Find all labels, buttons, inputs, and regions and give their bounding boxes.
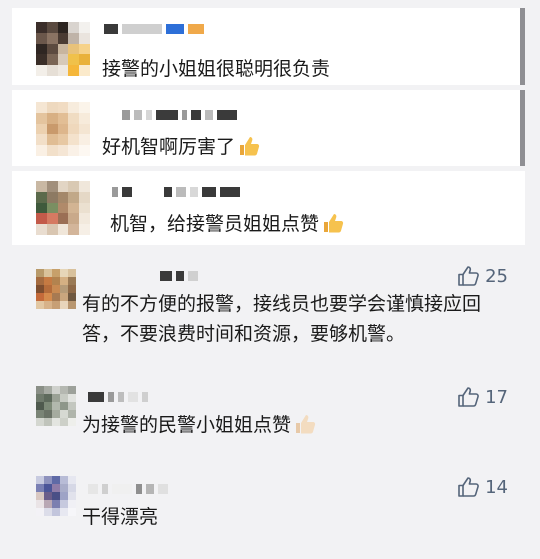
scrollbar[interactable] (520, 8, 525, 85)
thumbs-up-icon (322, 213, 344, 240)
avatar[interactable] (36, 181, 90, 235)
like-button[interactable]: 14 (457, 476, 508, 498)
avatar[interactable] (36, 386, 76, 426)
comment-5[interactable]: 17 为接警的民警小姐姐点赞 (0, 378, 540, 458)
comment-text: 有的不方便的报警，接线员也要学会谨慎接应回答，不要浪费时间和资源，要够机警。 (82, 293, 482, 345)
avatar[interactable] (36, 102, 90, 156)
comment-text: 为接警的民警小姐姐点赞 (82, 412, 316, 441)
username-redacted[interactable] (122, 108, 237, 122)
like-button[interactable]: 17 (457, 386, 508, 408)
thumbs-up-outline-icon (458, 266, 479, 286)
thumbs-up-outline-icon (458, 477, 479, 497)
comment-6[interactable]: 14 干得漂亮 (0, 470, 540, 550)
avatar[interactable] (36, 269, 76, 309)
scrollbar[interactable] (520, 90, 525, 166)
comment-text: 机智，给接警员姐姐点赞 (110, 211, 344, 240)
like-count: 14 (485, 476, 508, 498)
like-count: 17 (485, 386, 508, 408)
comment-text: 干得漂亮 (82, 506, 159, 528)
username-redacted[interactable] (88, 390, 148, 404)
thumbs-up-outline-icon (458, 387, 479, 407)
thumbs-up-icon (238, 136, 260, 163)
thumbs-up-icon (294, 414, 316, 441)
comment-card-3[interactable]: 机智，给接警员姐姐点赞 (12, 171, 525, 245)
avatar[interactable] (36, 22, 90, 76)
like-count: 25 (485, 265, 508, 287)
username-redacted[interactable] (160, 269, 198, 283)
username-redacted[interactable] (88, 482, 168, 496)
like-button[interactable]: 25 (457, 265, 508, 287)
comment-4[interactable]: 25 有的不方便的报警，接线员也要学会谨慎接应回答，不要浪费时间和资源，要够机警… (0, 255, 540, 375)
comment-text: 好机智啊厉害了 (102, 134, 260, 163)
username-redacted[interactable] (112, 185, 240, 199)
avatar[interactable] (36, 476, 76, 516)
comment-card-1[interactable]: 接警的小姐姐很聪明很负责 (12, 8, 525, 85)
username-redacted[interactable] (104, 22, 204, 36)
comment-text: 接警的小姐姐很聪明很负责 (102, 58, 331, 80)
comment-card-2[interactable]: 好机智啊厉害了 (12, 90, 525, 166)
